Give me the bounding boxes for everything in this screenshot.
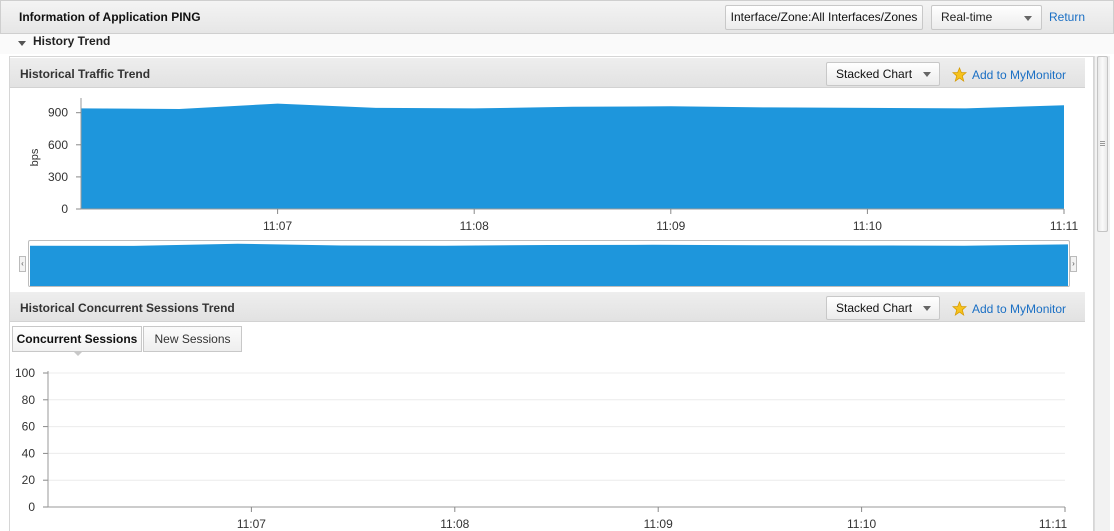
sessions-chart-mode-select[interactable]: Stacked Chart [826, 296, 940, 320]
y-tick-label: 100 [15, 366, 35, 380]
x-tick-label: 11:11 [1039, 517, 1068, 531]
sessions-section-header: Historical Concurrent Sessions Trend Sta… [10, 292, 1085, 322]
navigator-right-handle[interactable]: › [1070, 256, 1077, 272]
grip-line [1100, 145, 1105, 146]
scrollbar-thumb[interactable] [1097, 56, 1108, 232]
sessions-add-to-mymonitor[interactable]: Add to MyMonitor [952, 301, 1066, 316]
triangle-down-icon [18, 41, 26, 46]
traffic-add-to-mymonitor-label: Add to MyMonitor [972, 68, 1067, 82]
traffic-chart-mode-select[interactable]: Stacked Chart [826, 62, 940, 86]
time-mode-select[interactable]: Real-time [931, 5, 1042, 30]
navigator-area-series [30, 243, 1068, 286]
chevron-down-icon [923, 72, 931, 77]
page-title: Information of Application PING [19, 10, 201, 24]
y-tick-label: 20 [22, 473, 36, 487]
chevron-down-icon [923, 306, 931, 311]
x-tick-label: 11:08 [440, 517, 469, 531]
x-tick-label: 11:10 [853, 219, 882, 233]
sessions-add-to-mymonitor-label: Add to MyMonitor [972, 302, 1067, 316]
chevron-down-icon [1024, 16, 1032, 21]
traffic-section-title: Historical Traffic Trend [20, 67, 151, 81]
y-tick-label: 0 [61, 202, 68, 216]
star-icon [952, 67, 967, 82]
y-axis-title: bps [29, 148, 41, 166]
traffic-chart-mode-value: Stacked Chart [836, 67, 913, 81]
y-tick-label: 60 [22, 420, 36, 434]
history-trend-label: History Trend [33, 34, 111, 48]
sessions-chart: 0 20 40 60 80 100 11:07 11:08 11:09 11:10 11:11 [15, 366, 1068, 531]
grip-line [1100, 141, 1105, 142]
history-trend-toggle[interactable]: History Trend [0, 34, 1114, 54]
traffic-chart: 0 300 600 900 bps 11:07 11:08 11:09 11:10 11:11 [29, 98, 1079, 233]
x-tick-label: 11:09 [644, 517, 673, 531]
top-bar: Information of Application PING Interfac… [0, 0, 1114, 34]
x-tick-label: 11:07 [263, 219, 292, 233]
x-tick-label: 11:09 [656, 219, 685, 233]
tab-new-sessions[interactable]: New Sessions [143, 326, 242, 352]
navigator-left-handle[interactable]: ‹ [19, 256, 26, 272]
traffic-add-to-mymonitor[interactable]: Add to MyMonitor [952, 67, 1066, 82]
navigator-chart[interactable] [30, 241, 1068, 286]
interface-zone-button[interactable]: Interface/Zone:All Interfaces/Zones [725, 5, 923, 30]
grip-line [1100, 143, 1105, 144]
x-tick-label: 11:11 [1050, 219, 1079, 233]
sessions-chart-mode-value: Stacked Chart [836, 301, 913, 315]
y-tick-label: 600 [48, 138, 68, 152]
sessions-section-title: Historical Concurrent Sessions Trend [20, 301, 235, 315]
traffic-section-header: Historical Traffic Trend Stacked Chart A… [10, 58, 1085, 88]
y-tick-label: 80 [22, 393, 36, 407]
vertical-scrollbar[interactable] [1094, 56, 1110, 531]
x-tick-label: 11:07 [237, 517, 266, 531]
x-tick-label: 11:10 [847, 517, 876, 531]
traffic-area-series [81, 103, 1064, 209]
time-mode-value: Real-time [941, 10, 993, 24]
star-icon [952, 301, 967, 316]
y-tick-label: 40 [22, 446, 36, 460]
y-tick-label: 0 [28, 500, 35, 514]
tab-concurrent-sessions[interactable]: Concurrent Sessions [12, 326, 142, 352]
y-tick-label: 900 [48, 106, 68, 120]
y-tick-label: 300 [48, 170, 68, 184]
x-tick-label: 11:08 [460, 219, 489, 233]
active-tab-indicator [73, 351, 83, 356]
return-link[interactable]: Return [1049, 10, 1085, 24]
